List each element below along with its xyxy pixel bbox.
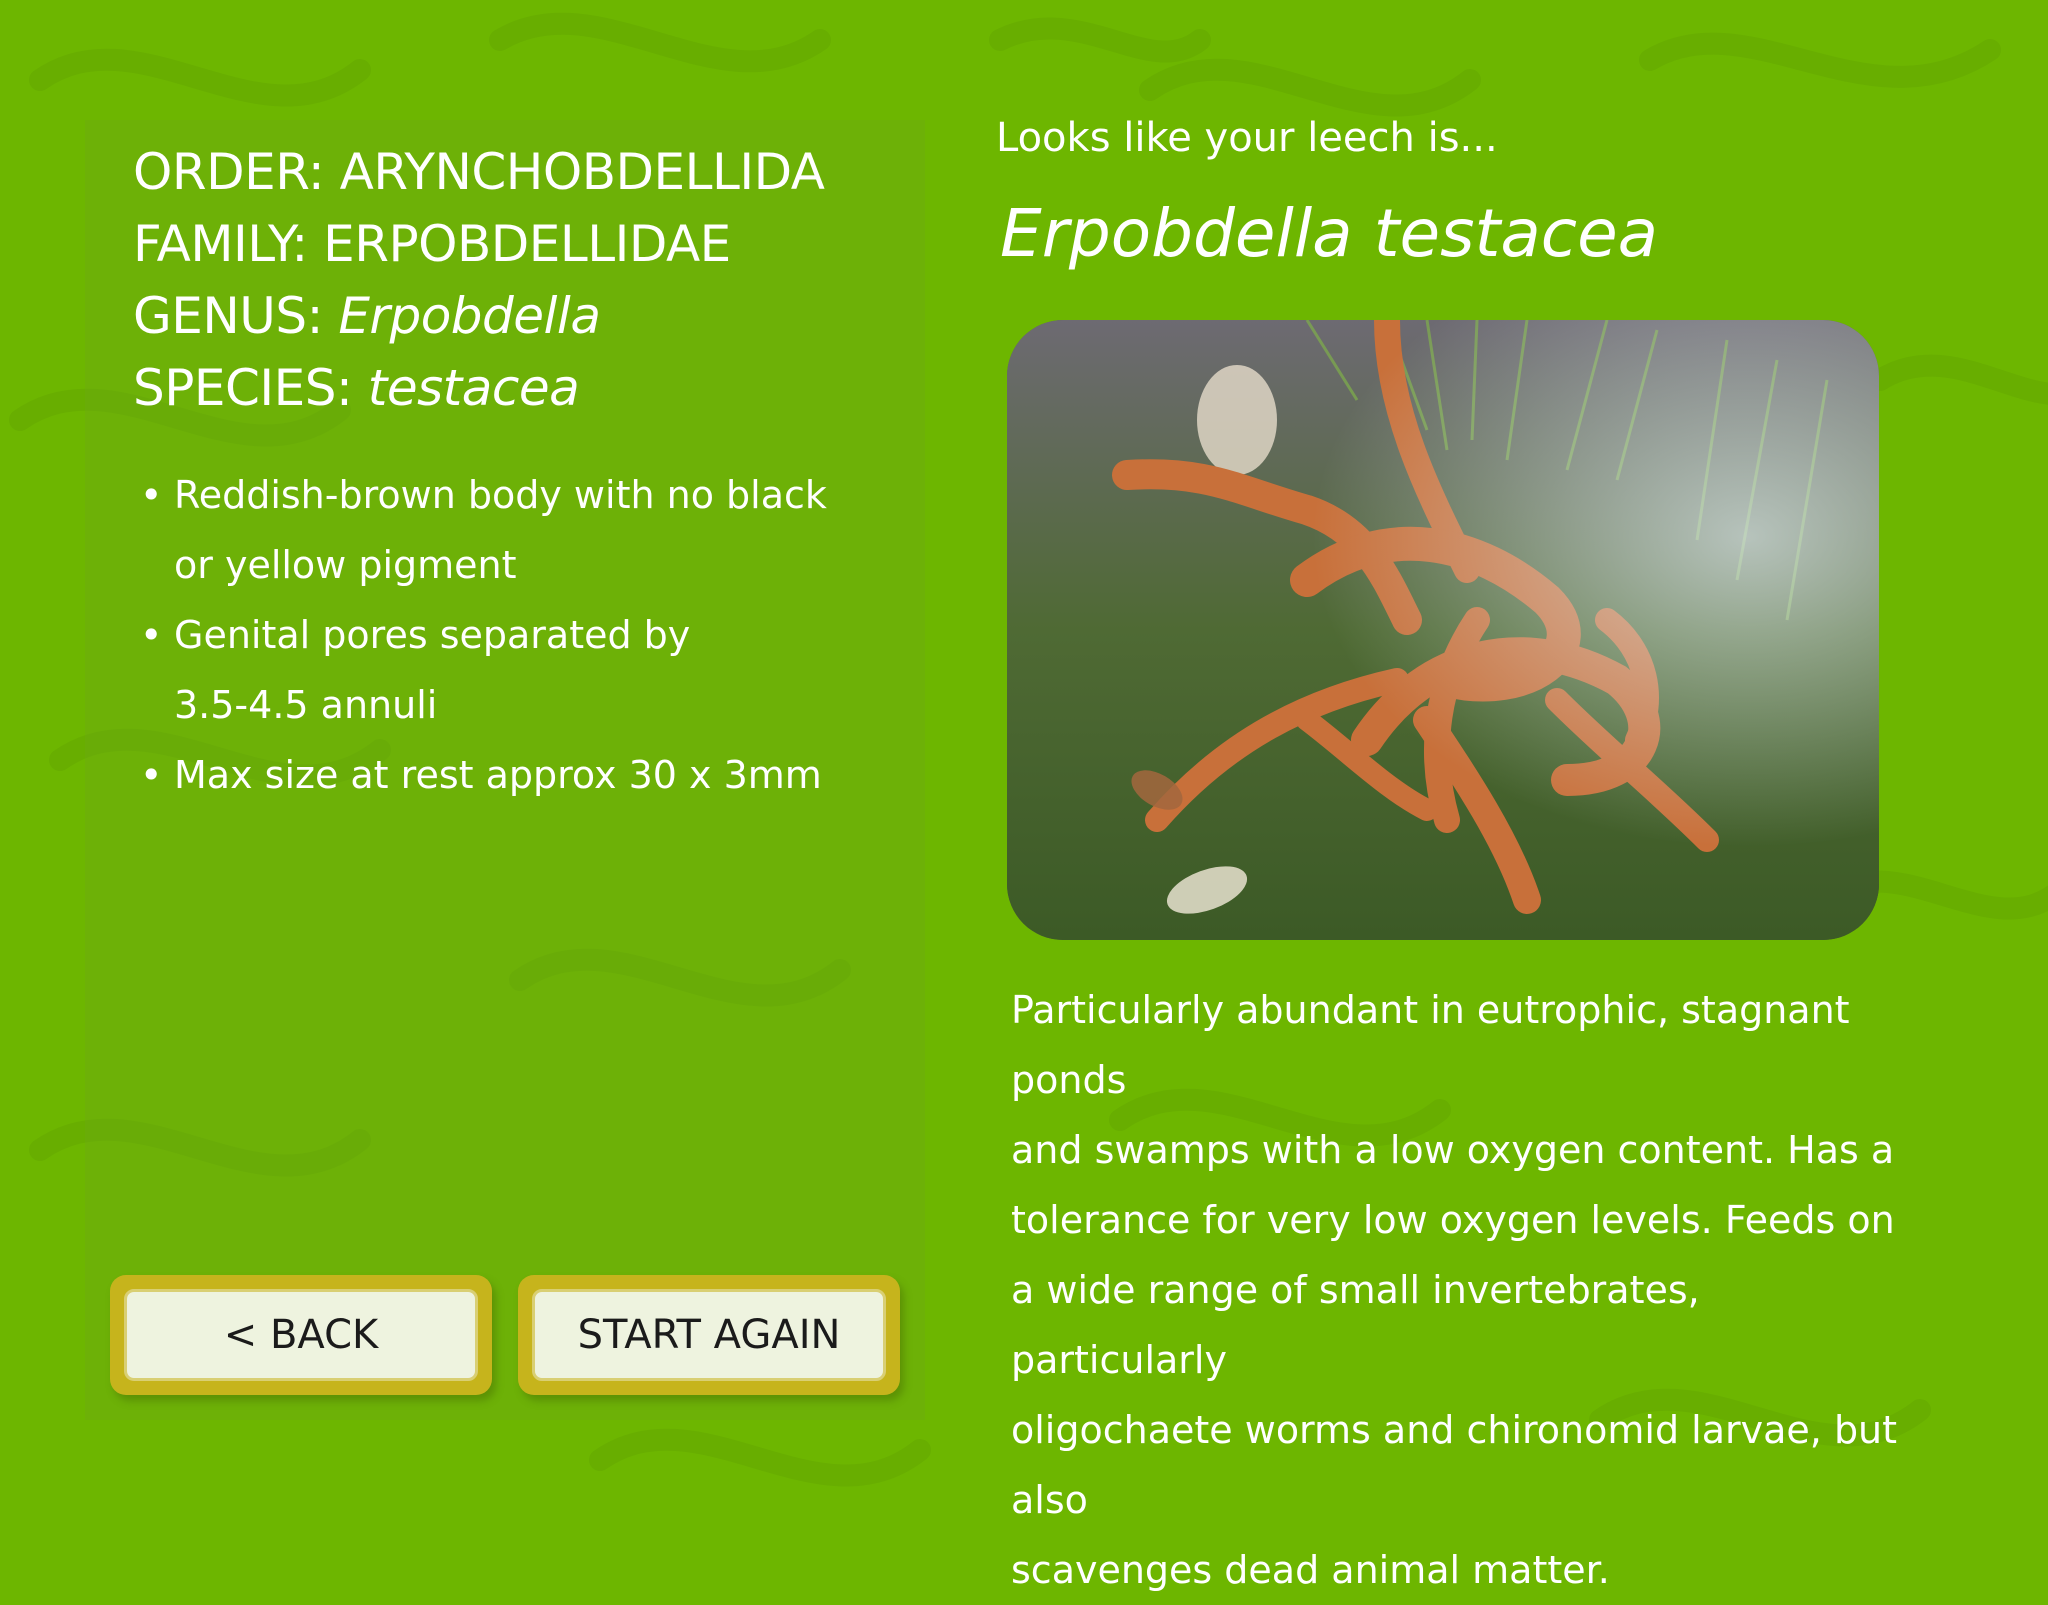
order-row: ORDER: ARYNCHOBDELLIDA (133, 136, 825, 208)
description-line: Particularly abundant in eutrophic, stag… (1011, 988, 1850, 1102)
feature-text: Reddish-brown body with no black (174, 473, 827, 517)
description-line: a wide range of small invertebrates, par… (1011, 1268, 1700, 1382)
genus-row: GENUS: Erpobdella (133, 280, 824, 352)
description-line: oligochaete worms and chironomid larvae,… (1011, 1408, 1898, 1522)
feature-text: Max size at rest approx 30 x 3mm (174, 753, 822, 797)
species-description: Particularly abundant in eutrophic, stag… (1011, 975, 1911, 1605)
feature-item: • Reddish-brown body with no black or ye… (140, 460, 840, 600)
species-title: Erpobdella testacea (1000, 195, 1659, 272)
description-line: scavenges dead animal matter. (1011, 1548, 1610, 1592)
family-label: FAMILY: (133, 215, 308, 273)
bullet-icon: • (140, 613, 163, 657)
back-button-label[interactable]: < BACK (124, 1289, 478, 1381)
taxonomy-block: ORDER: ARYNCHOBDELLIDA FAMILY: ERPOBDELL… (133, 136, 825, 424)
feature-item: • Max size at rest approx 30 x 3mm (140, 740, 840, 810)
leech-photo-illustration (1007, 320, 1879, 940)
species-label: SPECIES: (133, 359, 353, 417)
start-again-button[interactable]: START AGAIN (518, 1275, 900, 1395)
result-intro: Looks like your leech is... (996, 115, 1498, 161)
description-line: tolerance for very low oxygen levels. Fe… (1011, 1198, 1895, 1242)
genus-label: GENUS: (133, 287, 323, 345)
feature-item: • Genital pores separated by 3.5-4.5 ann… (140, 600, 840, 740)
order-value: ARYNCHOBDELLIDA (339, 143, 825, 201)
leech-photo (1007, 320, 1879, 940)
feature-text: 3.5-4.5 annuli (174, 683, 438, 727)
feature-list: • Reddish-brown body with no black or ye… (140, 460, 840, 810)
species-row: SPECIES: testacea (133, 352, 824, 424)
species-value: testacea (367, 359, 580, 417)
bullet-icon: • (140, 753, 163, 797)
family-value: ERPOBDELLIDAE (323, 215, 731, 273)
order-label: ORDER: (133, 143, 325, 201)
bullet-icon: • (140, 473, 163, 517)
back-button[interactable]: < BACK (110, 1275, 492, 1395)
description-line: and swamps with a low oxygen content. Ha… (1011, 1128, 1895, 1172)
start-again-button-label[interactable]: START AGAIN (532, 1289, 886, 1381)
genus-value: Erpobdella (338, 287, 601, 345)
family-row: FAMILY: ERPOBDELLIDAE (133, 208, 824, 280)
feature-text: or yellow pigment (174, 543, 517, 587)
feature-text: Genital pores separated by (174, 613, 691, 657)
